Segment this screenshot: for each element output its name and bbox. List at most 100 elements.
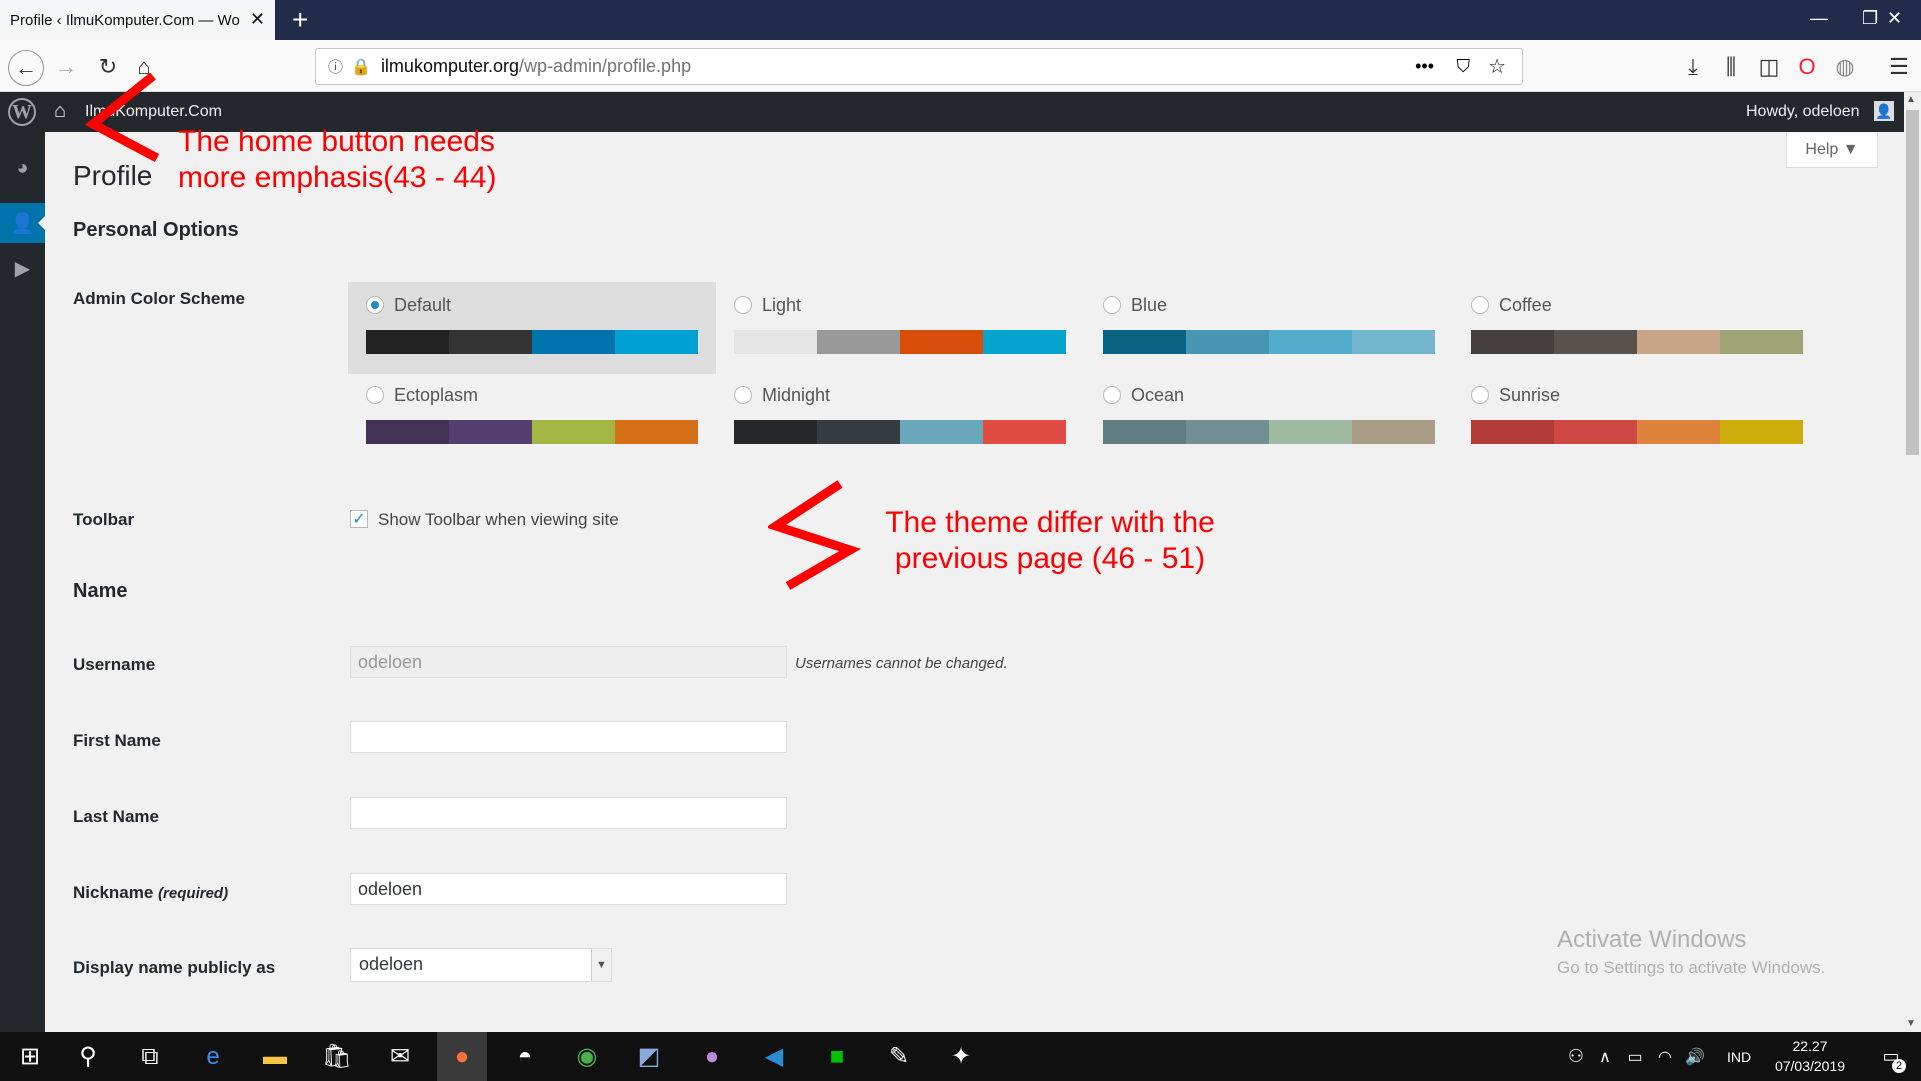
color-scheme-option[interactable]: Blue: [1103, 292, 1435, 318]
color-scheme-radio[interactable]: [734, 386, 752, 404]
color-scheme-ectoplasm[interactable]: Ectoplasm: [348, 372, 716, 464]
notification-center-icon[interactable]: ▭ 2: [1866, 1032, 1916, 1081]
last-name-label: Last Name: [73, 807, 159, 826]
search-icon[interactable]: ⚲: [63, 1032, 113, 1081]
menu-icon[interactable]: ☰: [1883, 52, 1915, 82]
color-scheme-blue[interactable]: Blue: [1085, 282, 1453, 374]
color-scheme-option[interactable]: Coffee: [1471, 292, 1803, 318]
color-scheme-coffee[interactable]: Coffee: [1453, 282, 1821, 374]
file-explorer-icon[interactable]: ▬: [250, 1032, 300, 1081]
start-windows-icon[interactable]: ⊞: [5, 1032, 55, 1081]
color-scheme-option[interactable]: Default: [366, 292, 698, 318]
app-icon-2[interactable]: ◩: [624, 1032, 674, 1081]
color-scheme-radio[interactable]: [1103, 296, 1121, 314]
annotation-theme-line2: previous page (46 - 51): [894, 542, 1206, 575]
color-swatch: [1637, 330, 1720, 354]
line-icon[interactable]: ■: [812, 1032, 862, 1081]
pocket-icon[interactable]: ⛉: [1457, 56, 1471, 77]
color-scheme-sunrise[interactable]: Sunrise: [1453, 372, 1821, 464]
url-domain: ilmukomputer.org: [380, 56, 519, 76]
store-icon[interactable]: 🛍: [312, 1032, 362, 1081]
help-tab-button[interactable]: Help ▼: [1786, 133, 1878, 168]
avatar[interactable]: 👤: [1874, 101, 1894, 121]
tab-close-icon[interactable]: ✕: [250, 9, 265, 30]
tray-chevron-icon[interactable]: ∧: [1590, 1032, 1620, 1081]
paint3d-icon[interactable]: ✦: [936, 1032, 986, 1081]
chrome-icon[interactable]: ◉: [562, 1032, 612, 1081]
github-icon[interactable]: ●: [687, 1032, 737, 1081]
wifi-icon[interactable]: ◠: [1650, 1032, 1680, 1081]
site-home-icon[interactable]: ⌂: [54, 100, 66, 123]
mail-icon[interactable]: ✉: [375, 1032, 425, 1081]
color-swatches: [734, 330, 1066, 354]
vscode-icon[interactable]: ◀: [749, 1032, 799, 1081]
battery-icon[interactable]: ▭: [1620, 1032, 1650, 1081]
volume-icon[interactable]: 🔊: [1680, 1032, 1710, 1081]
main-content: [45, 132, 1904, 1032]
scroll-up-icon[interactable]: ▲: [1906, 94, 1916, 105]
color-scheme-midnight[interactable]: Midnight: [716, 372, 1084, 464]
globe-icon[interactable]: ◍: [1829, 52, 1861, 82]
opera-extension-icon[interactable]: O: [1791, 52, 1823, 82]
new-tab-button[interactable]: +: [292, 4, 308, 36]
notification-count: 2: [1892, 1059, 1906, 1073]
language-indicator[interactable]: IND: [1727, 1049, 1751, 1065]
clock[interactable]: 22.27 07/03/2019: [1770, 1036, 1850, 1076]
nickname-field[interactable]: odeloen: [350, 873, 787, 905]
show-toolbar-checkbox[interactable]: ✓: [350, 510, 368, 528]
color-scheme-light[interactable]: Light: [716, 282, 1084, 374]
sidebar-toggle-icon[interactable]: ◫: [1753, 52, 1785, 82]
color-scheme-label: Default: [394, 294, 452, 315]
back-icon[interactable]: ←: [8, 50, 44, 86]
color-scheme-radio[interactable]: [734, 296, 752, 314]
window-close-icon[interactable]: ✕: [1887, 8, 1902, 29]
scrollbar-thumb[interactable]: [1906, 110, 1919, 455]
color-swatch: [1269, 330, 1352, 354]
color-scheme-option[interactable]: Midnight: [734, 382, 1066, 408]
wordpress-logo-icon[interactable]: W: [8, 98, 36, 126]
color-swatch: [1720, 330, 1803, 354]
color-scheme-radio[interactable]: [366, 296, 384, 314]
url-bar[interactable]: ⓘ 🔒 ilmukomputer.org /wp-admin/profile.p…: [315, 48, 1523, 85]
color-swatch: [1103, 330, 1186, 354]
app-icon-1[interactable]: ◓: [500, 1032, 550, 1081]
color-scheme-radio[interactable]: [1471, 386, 1489, 404]
color-swatch: [983, 420, 1066, 444]
library-icon[interactable]: ⫼: [1715, 52, 1747, 82]
color-scheme-default[interactable]: Default: [348, 282, 716, 374]
color-swatch: [734, 420, 817, 444]
forward-icon[interactable]: →: [50, 52, 82, 82]
restore-icon[interactable]: ❐: [1862, 8, 1878, 29]
dashboard-icon[interactable]: ◕: [0, 148, 45, 188]
task-view-icon[interactable]: ⧉: [125, 1032, 175, 1081]
color-scheme-option[interactable]: Ectoplasm: [366, 382, 698, 408]
download-icon[interactable]: ⤓: [1677, 52, 1709, 82]
info-icon[interactable]: ⓘ: [328, 56, 343, 77]
color-scheme-option[interactable]: Sunrise: [1471, 382, 1803, 408]
howdy-user[interactable]: Howdy, odeloen: [1746, 103, 1860, 121]
color-scheme-option[interactable]: Light: [734, 292, 1066, 318]
display-name-select[interactable]: odeloen ▼: [350, 948, 612, 982]
minimize-icon[interactable]: —: [1810, 8, 1828, 29]
page-actions-icon[interactable]: •••: [1415, 56, 1434, 77]
firefox-icon[interactable]: ●: [437, 1032, 487, 1081]
bookmark-star-icon[interactable]: ☆: [1488, 54, 1506, 79]
collapse-menu-icon[interactable]: ▶: [0, 248, 45, 288]
chevron-down-icon[interactable]: ▼: [591, 949, 611, 981]
color-scheme-ocean[interactable]: Ocean: [1085, 372, 1453, 464]
color-scheme-radio[interactable]: [366, 386, 384, 404]
first-name-field[interactable]: [350, 721, 787, 753]
color-scheme-radio[interactable]: [1103, 386, 1121, 404]
paint-icon[interactable]: ✎: [874, 1032, 924, 1081]
color-scheme-label: Coffee: [1499, 294, 1552, 315]
color-swatch: [1471, 330, 1554, 354]
color-scheme-option[interactable]: Ocean: [1103, 382, 1435, 408]
color-swatch: [1720, 420, 1803, 444]
last-name-field[interactable]: [350, 797, 787, 829]
nickname-required: (required): [158, 885, 229, 902]
browser-tab[interactable]: Profile ‹ IlmuKomputer.Com — Wo ✕: [0, 0, 275, 40]
edge-icon[interactable]: e: [188, 1032, 238, 1081]
scroll-down-icon[interactable]: ▼: [1906, 1018, 1916, 1029]
color-swatch: [1103, 420, 1186, 444]
color-scheme-radio[interactable]: [1471, 296, 1489, 314]
